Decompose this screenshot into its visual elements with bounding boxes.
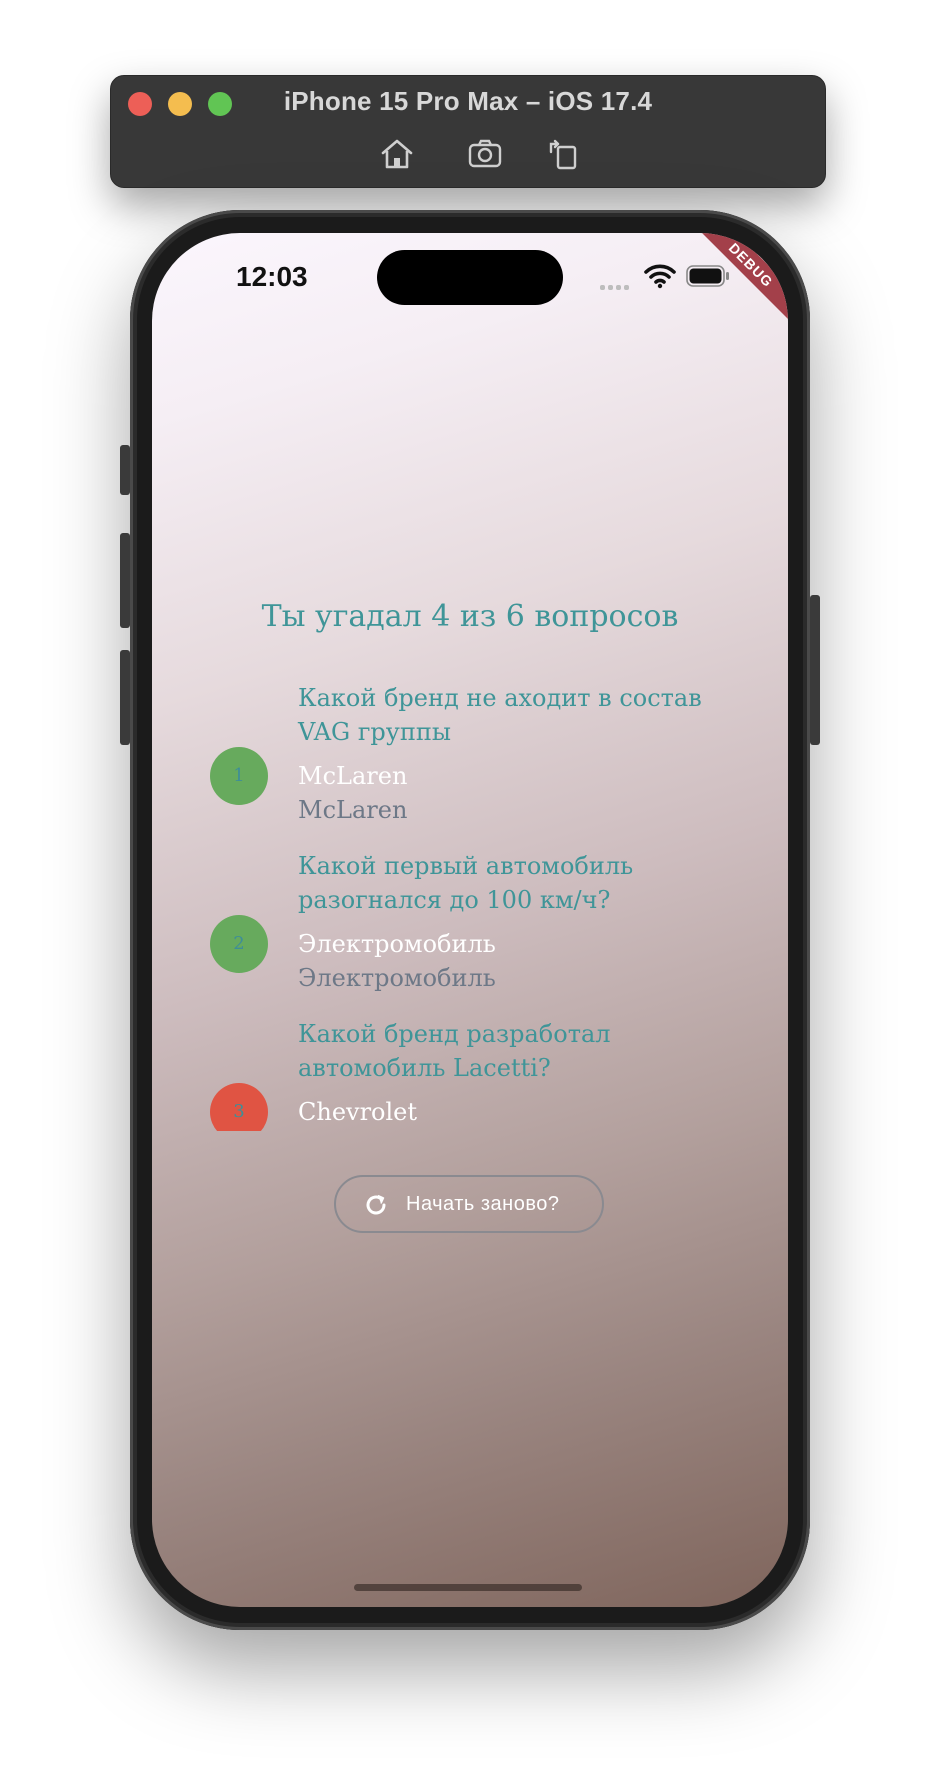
app-screen: 12:03 DEBUG Ты угадал 4 из 6 вопросов 1 … (152, 233, 788, 1607)
question-number-badge: 1 (210, 747, 268, 805)
simulator-title: iPhone 15 Pro Max – iOS 17.4 (283, 86, 653, 116)
user-answer: Электромобиль (298, 930, 496, 958)
volume-down-button (120, 650, 130, 745)
wifi-icon (644, 264, 676, 289)
signal-dots-icon (600, 277, 632, 295)
dynamic-island (377, 250, 563, 305)
user-answer: McLaren (298, 762, 408, 790)
battery-icon (686, 265, 729, 287)
refresh-icon (366, 1194, 386, 1215)
correct-answer: McLaren (298, 796, 408, 824)
iphone-device-frame: 12:03 DEBUG Ты угадал 4 из 6 вопросов 1 … (120, 210, 820, 1630)
power-button (810, 595, 820, 745)
rotate-icon[interactable] (543, 134, 583, 174)
action-button (120, 445, 130, 495)
status-time: 12:03 (236, 261, 308, 292)
question-text: Какой бренд разработал автомобиль Lacett… (298, 1020, 611, 1082)
home-icon[interactable] (377, 134, 417, 174)
simulator-toolbar: iPhone 15 Pro Max – iOS 17.4 (110, 75, 826, 188)
question-number-badge: 2 (210, 915, 268, 973)
restart-button[interactable]: Начать заново? (334, 1175, 604, 1233)
question-number-badge: 3 (210, 1083, 268, 1131)
results-list[interactable]: 1 Какой бренд не аходит в состав VAG гру… (210, 681, 730, 1131)
question-text: Какой бренд не аходит в состав VAG групп… (298, 684, 702, 746)
status-icons (600, 263, 740, 290)
home-indicator[interactable] (354, 1584, 582, 1591)
user-answer: Chevrolet (298, 1098, 418, 1126)
restart-button-label: Начать заново? (406, 1193, 560, 1215)
question-text: Какой первый автомобиль разогнался до 10… (298, 852, 634, 914)
correct-answer: Электромобиль (298, 964, 496, 992)
volume-up-button (120, 533, 130, 628)
screenshot-icon[interactable] (465, 134, 505, 174)
score-summary: Ты угадал 4 из 6 вопросов (261, 599, 679, 634)
